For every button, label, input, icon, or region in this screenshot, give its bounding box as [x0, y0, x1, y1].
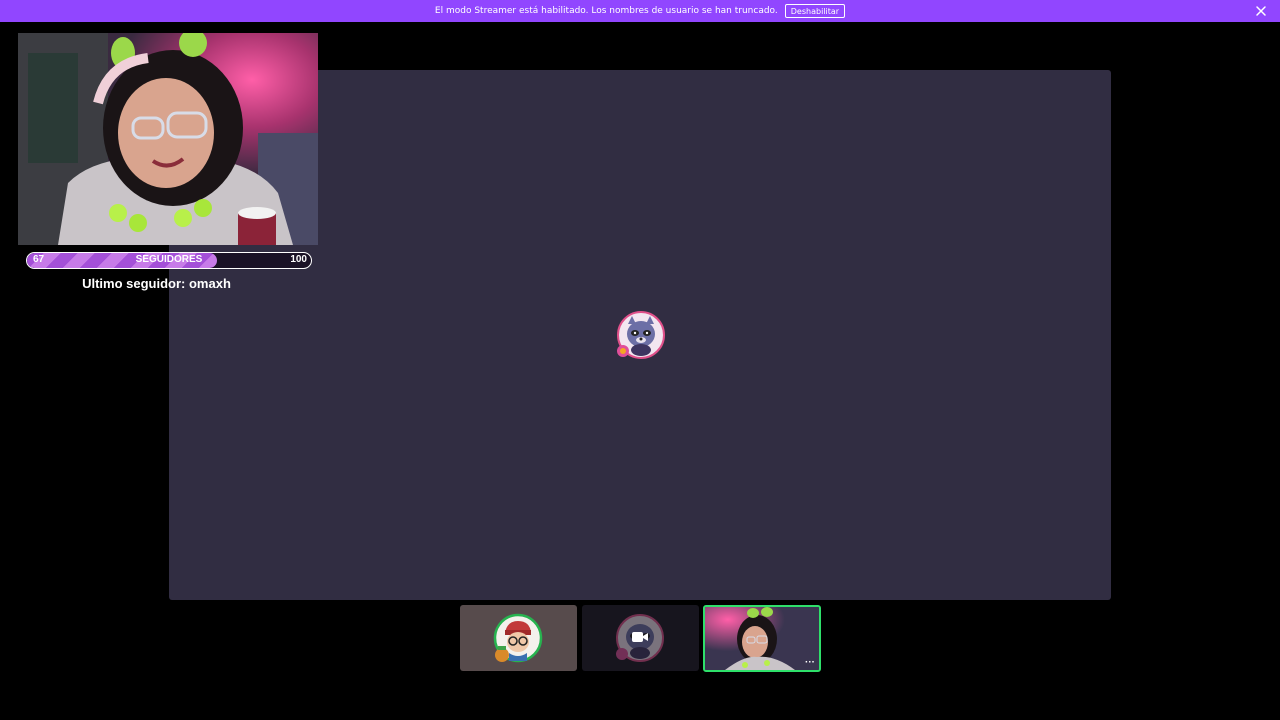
- participant-tile-1[interactable]: [460, 605, 577, 671]
- disable-streamer-mode-button[interactable]: Deshabilitar: [784, 4, 846, 18]
- streamer-webcam: [18, 33, 318, 245]
- follower-goal-bar: 67 SEGUIDORES 100: [26, 252, 312, 269]
- follower-goal-target: 100: [290, 254, 307, 265]
- participant-tile-2[interactable]: [582, 605, 699, 671]
- more-options-icon[interactable]: ···: [805, 657, 815, 668]
- streamer-mode-banner: El modo Streamer está habilitado. Los no…: [0, 0, 1280, 22]
- boy-with-glasses-avatar-icon: [493, 613, 543, 663]
- last-follower-text: Ultimo seguidor: omaxh: [82, 276, 231, 291]
- close-icon[interactable]: [1254, 4, 1268, 18]
- banner-message: El modo Streamer está habilitado. Los no…: [434, 6, 778, 16]
- app-window: El modo Streamer está habilitado. Los no…: [0, 0, 1280, 720]
- webcam-thumbnail: [705, 607, 819, 670]
- follower-goal-label: SEGUIDORES: [135, 254, 203, 265]
- raccoon-avatar-icon: [617, 311, 665, 359]
- participant-tile-3[interactable]: ···: [703, 605, 821, 672]
- camera-icon: [632, 632, 648, 642]
